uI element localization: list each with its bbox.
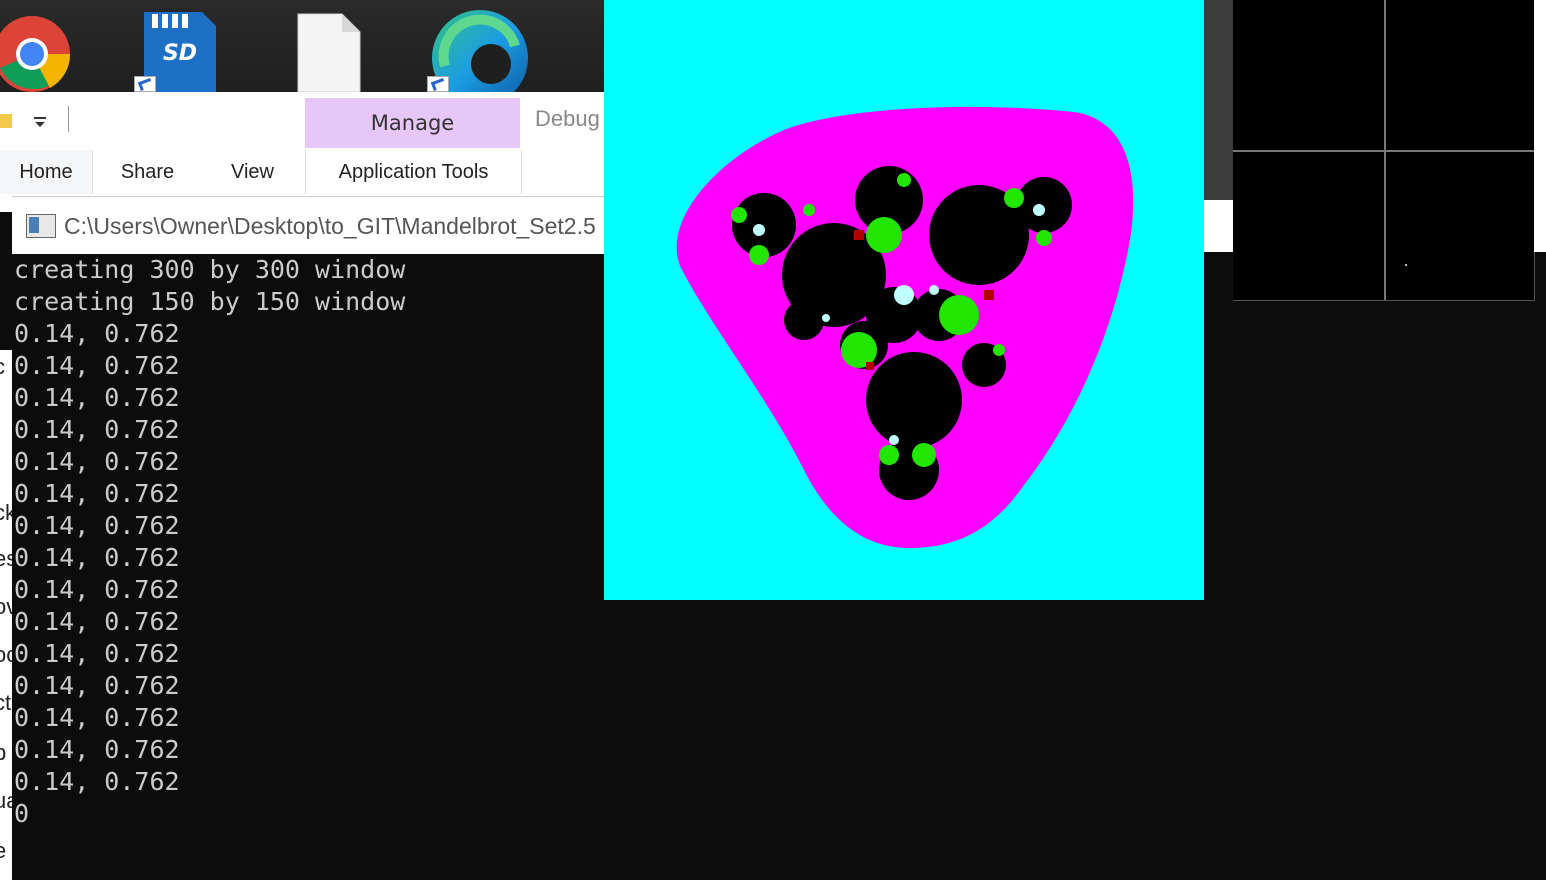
shortcut-arrow-icon	[134, 76, 156, 92]
console-line: 0.14, 0.762	[14, 639, 180, 668]
edge-text-fragment: oc	[0, 642, 12, 667]
console-line: 0.14, 0.762	[14, 319, 180, 348]
julia-set-render-window[interactable]	[604, 0, 1204, 600]
console-line: 0.14, 0.762	[14, 479, 180, 508]
window-title-debug: Debug	[535, 106, 600, 131]
explorer-ribbon-edge	[1204, 200, 1234, 252]
edge-text-fragment: es	[0, 546, 12, 571]
sd-card-icon[interactable]: SD	[132, 6, 216, 92]
console-output[interactable]: creating 300 by 300 window creating 150 …	[12, 254, 612, 880]
ribbon-tab-bar: Home Share View Application Tools	[0, 150, 610, 194]
edge-text-fragment: ck	[0, 500, 12, 525]
desktop-icon-strip: SD	[0, 0, 610, 92]
tab-share[interactable]: Share	[100, 150, 195, 194]
console-line: 0	[14, 799, 30, 828]
tab-application-tools[interactable]: Application Tools	[305, 150, 522, 194]
crosshair-horizontal-line	[1233, 150, 1534, 152]
console-line: 0.14, 0.762	[14, 351, 180, 380]
folder-icon	[0, 114, 12, 128]
console-line: creating 300 by 300 window	[14, 255, 406, 284]
console-line: 0.14, 0.762	[14, 415, 180, 444]
quick-access-toolbar	[0, 92, 300, 150]
edge-text-fragment: ct	[0, 690, 12, 715]
file-explorer-window: Manage Debug Home Share View Application…	[0, 92, 610, 212]
console-line: 0.14, 0.762	[14, 767, 180, 796]
edge-text-fragment: ov	[0, 594, 12, 619]
secondary-render-window[interactable]	[1233, 0, 1535, 301]
chevron-down-icon[interactable]	[32, 114, 48, 130]
tab-home[interactable]: Home	[0, 150, 93, 194]
console-line: 0.14, 0.762	[14, 671, 180, 700]
tab-view[interactable]: View	[210, 150, 295, 194]
edge-icon[interactable]	[425, 6, 528, 92]
toolbar-separator	[68, 106, 69, 132]
console-line: 0.14, 0.762	[14, 575, 180, 604]
edge-text-fragment: e	[0, 838, 7, 863]
console-app-icon	[26, 214, 56, 238]
manage-contextual-tab[interactable]: Manage	[305, 98, 520, 148]
console-line: 0.14, 0.762	[14, 543, 180, 572]
chrome-icon[interactable]	[0, 6, 71, 92]
edge-text-fragment: p	[0, 740, 7, 765]
blank-file-icon[interactable]	[290, 6, 370, 92]
console-line: 0.14, 0.762	[14, 383, 180, 412]
explorer-left-edge: c ck es ov oc ct p ua e	[0, 350, 12, 880]
edge-text-fragment: ua	[0, 788, 12, 813]
console-line: 0.14, 0.762	[14, 703, 180, 732]
console-title-bar[interactable]: C:\Users\Owner\Desktop\to_GIT\Mandelbrot…	[12, 196, 612, 255]
svg-text:SD: SD	[163, 41, 197, 66]
console-line: 0.14, 0.762	[14, 447, 180, 476]
desktop-background	[1204, 0, 1234, 200]
console-line: 0.14, 0.762	[14, 511, 180, 540]
window-edge	[1534, 0, 1546, 252]
edge-text-fragment: c	[0, 354, 5, 380]
console-line: 0.14, 0.762	[14, 735, 180, 764]
shortcut-arrow-icon	[427, 76, 449, 92]
console-line: creating 150 by 150 window	[14, 287, 406, 316]
console-window-title: C:\Users\Owner\Desktop\to_GIT\Mandelbrot…	[64, 212, 596, 239]
console-line: 0.14, 0.762	[14, 607, 180, 636]
julia-set-image	[604, 0, 1204, 600]
marker-dot	[1405, 264, 1407, 266]
